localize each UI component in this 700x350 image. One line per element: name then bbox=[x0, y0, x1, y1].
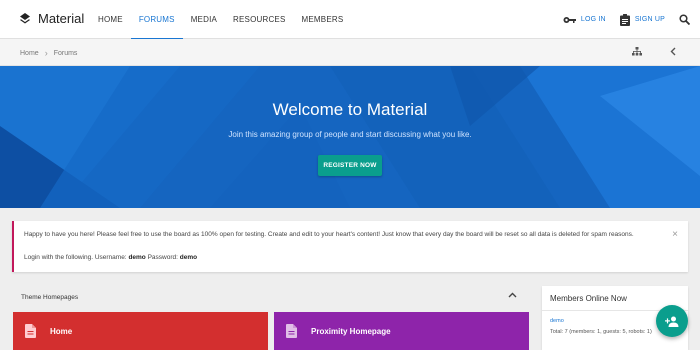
add-person-button[interactable] bbox=[656, 305, 688, 337]
chevron-up-icon[interactable] bbox=[508, 292, 517, 298]
brand-logo[interactable]: Material bbox=[20, 11, 84, 26]
breadcrumb-home[interactable]: Home bbox=[20, 50, 39, 57]
search-icon[interactable] bbox=[679, 14, 690, 25]
chevron-right-icon: › bbox=[44, 48, 48, 58]
nav-home[interactable]: HOME bbox=[90, 0, 131, 39]
breadcrumb-bar: Home › Forums bbox=[0, 39, 700, 66]
document-icon bbox=[286, 324, 297, 338]
hero-title: Welcome to Material bbox=[272, 100, 428, 119]
key-icon bbox=[563, 16, 576, 23]
breadcrumb: Home › Forums bbox=[20, 48, 77, 58]
close-icon[interactable]: × bbox=[672, 229, 678, 240]
breadcrumb-tools bbox=[632, 47, 676, 56]
homepage-card-label: Proximity Homepage bbox=[311, 326, 391, 336]
login-button[interactable]: LOG IN bbox=[563, 16, 606, 24]
members-online-title: Members Online Now bbox=[550, 294, 627, 303]
register-button[interactable]: REGISTER NOW bbox=[318, 155, 382, 176]
nav-members[interactable]: MEMBERS bbox=[294, 0, 352, 39]
breadcrumb-forums: Forums bbox=[53, 49, 78, 57]
member-link[interactable]: demo bbox=[550, 318, 564, 324]
chevron-left-icon[interactable] bbox=[670, 47, 676, 56]
notice-banner: Happy to have you here! Please feel free… bbox=[12, 221, 688, 272]
clipboard-icon bbox=[619, 13, 630, 26]
homepage-card-label: Home bbox=[50, 326, 73, 336]
add-person-icon bbox=[665, 316, 679, 327]
notice-password-label: Password: bbox=[147, 254, 178, 261]
homepages-title: Theme Homepages bbox=[21, 294, 79, 301]
homepage-card-home[interactable]: Home bbox=[13, 312, 268, 350]
hero-subtitle: Join this amazing group of people and st… bbox=[228, 130, 472, 139]
notice-login-prefix: Login with the following. Username: bbox=[24, 254, 127, 261]
notice-text: Happy to have you here! Please feel free… bbox=[24, 231, 634, 238]
members-total: Total: 7 (members: 1, guests: 5, robots:… bbox=[550, 329, 652, 335]
notice-username: demo bbox=[128, 254, 146, 261]
document-icon bbox=[25, 324, 36, 338]
signup-button[interactable]: SIGN UP bbox=[619, 13, 665, 26]
auth-links: LOG IN SIGN UP bbox=[563, 0, 690, 39]
notice-login-info: Login with the following. Username: demo… bbox=[24, 254, 197, 261]
login-label: LOG IN bbox=[580, 16, 606, 23]
homepage-card-proximity[interactable]: Proximity Homepage bbox=[274, 312, 529, 350]
nav-forums[interactable]: FORUMS bbox=[130, 0, 183, 40]
main-nav: HOME FORUMS MEDIA RESOURCES MEMBERS bbox=[90, 0, 352, 40]
layers-icon bbox=[20, 12, 30, 23]
brand-name: Material bbox=[38, 11, 85, 26]
signup-label: SIGN UP bbox=[634, 16, 665, 23]
nav-resources[interactable]: RESOURCES bbox=[225, 0, 293, 39]
notice-password: demo bbox=[179, 254, 198, 261]
nav-media[interactable]: MEDIA bbox=[183, 0, 225, 39]
sitemap-icon[interactable] bbox=[632, 47, 642, 56]
top-navigation: Material HOME FORUMS MEDIA RESOURCES MEM… bbox=[0, 0, 700, 40]
